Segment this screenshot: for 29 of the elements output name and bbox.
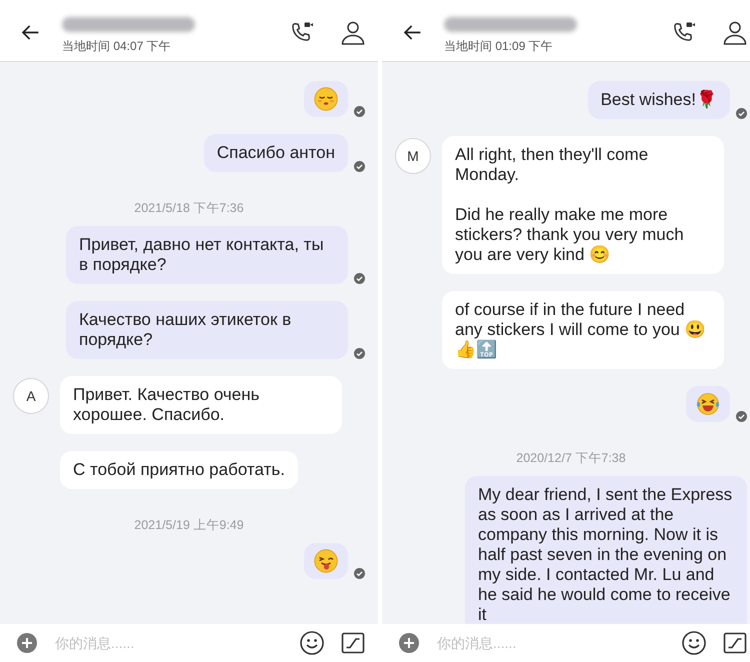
date-separator: 2021/5/18 下午7:36 bbox=[134, 200, 244, 216]
person-icon[interactable] bbox=[341, 20, 365, 44]
message-input[interactable]: 你的消息...... bbox=[437, 631, 670, 655]
message-bubble: Привет, давно нет контакта, ты в порядке? bbox=[66, 226, 348, 284]
add-icon[interactable] bbox=[17, 633, 37, 653]
contact-avatar: M bbox=[395, 138, 431, 174]
contact-avatar: A bbox=[13, 378, 49, 414]
message-bubble: Спасибо антон bbox=[204, 134, 348, 172]
message-bubble: С тобой приятно работать. bbox=[60, 451, 298, 489]
message-bubble: All right, then they'll come Monday. Did he really make me more stickers? thank you very much you are very kind 😊 bbox=[442, 136, 724, 274]
person-icon[interactable] bbox=[723, 20, 747, 44]
local-time-label: 当地时间 01:09 下午 bbox=[444, 38, 553, 52]
smiley-icon[interactable] bbox=[300, 631, 324, 655]
local-time-label: 当地时间 04:07 下午 bbox=[62, 38, 171, 52]
message-bubble: Качество наших этикеток в порядке? bbox=[66, 301, 348, 359]
add-icon[interactable] bbox=[399, 633, 419, 653]
winking-tongue-face-icon bbox=[314, 549, 338, 573]
message-bubble: My dear friend, I sent the Express as soon as I arrived at the company this morning. Now it is half past seven in the evening on my side. I contacted Mr. Lu and he said he would come to receive it bbox=[465, 476, 747, 624]
laughing-tears-face-icon bbox=[696, 392, 720, 416]
message-bubble: Привет. Качество очень хорошее. Спасибо. bbox=[60, 376, 342, 434]
date-separator: 2020/12/7 下午7:38 bbox=[516, 450, 626, 466]
square-curve-icon[interactable] bbox=[723, 631, 747, 655]
date-separator: 2021/5/19 上午9:49 bbox=[134, 517, 244, 533]
smiley-icon[interactable] bbox=[682, 631, 706, 655]
message-input[interactable]: 你的消息...... bbox=[55, 631, 288, 655]
sleepy-face-icon bbox=[314, 87, 338, 111]
square-curve-icon[interactable] bbox=[341, 631, 365, 655]
message-bubble: of course if in the future I need any stickers I will come to you 😃👍🔝 bbox=[442, 291, 724, 369]
message-bubble: Best wishes!🌹 bbox=[588, 81, 730, 119]
